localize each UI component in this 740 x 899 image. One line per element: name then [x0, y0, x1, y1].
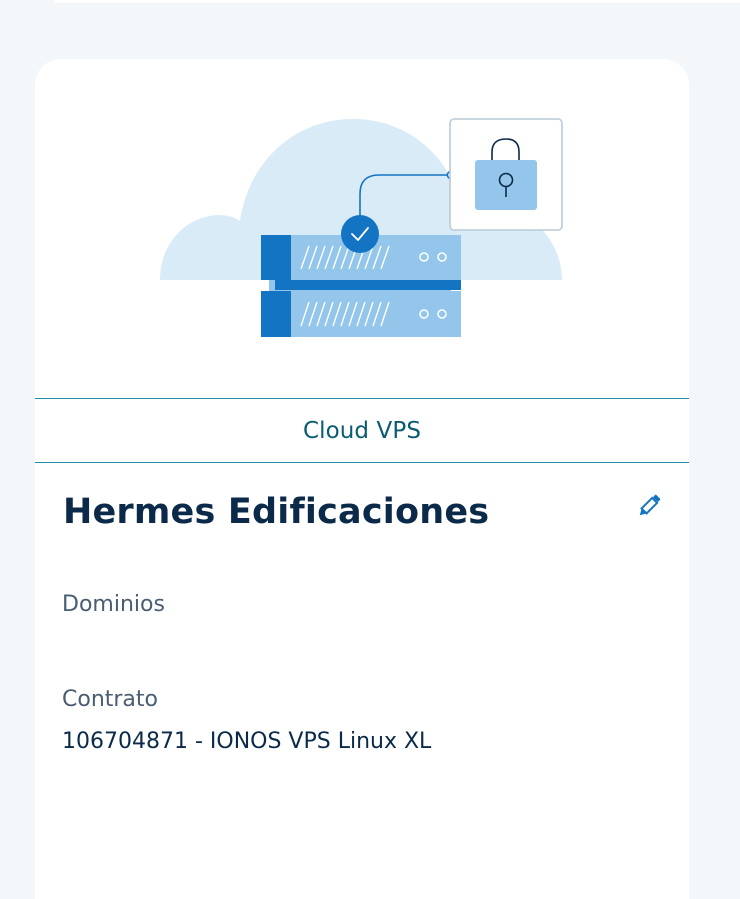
product-type-label: Cloud VPS: [302, 417, 422, 444]
top-strip: [55, 0, 740, 3]
cloud-server-illustration: [35, 59, 689, 398]
edit-name-button[interactable]: [632, 489, 666, 523]
product-type-band: Cloud VPS: [35, 398, 689, 463]
lock-icon: [449, 118, 563, 231]
check-icon: [341, 215, 379, 253]
domains-label: Dominios: [62, 592, 165, 617]
pencil-icon: [639, 494, 661, 516]
contract-label: Contrato: [62, 687, 159, 712]
contract-value: 106704871 - IONOS VPS Linux XL: [62, 729, 432, 754]
server-name-title: Hermes Edificaciones: [63, 492, 490, 532]
server-card: Cloud VPS Hermes Edificaciones Dominios …: [35, 59, 689, 899]
